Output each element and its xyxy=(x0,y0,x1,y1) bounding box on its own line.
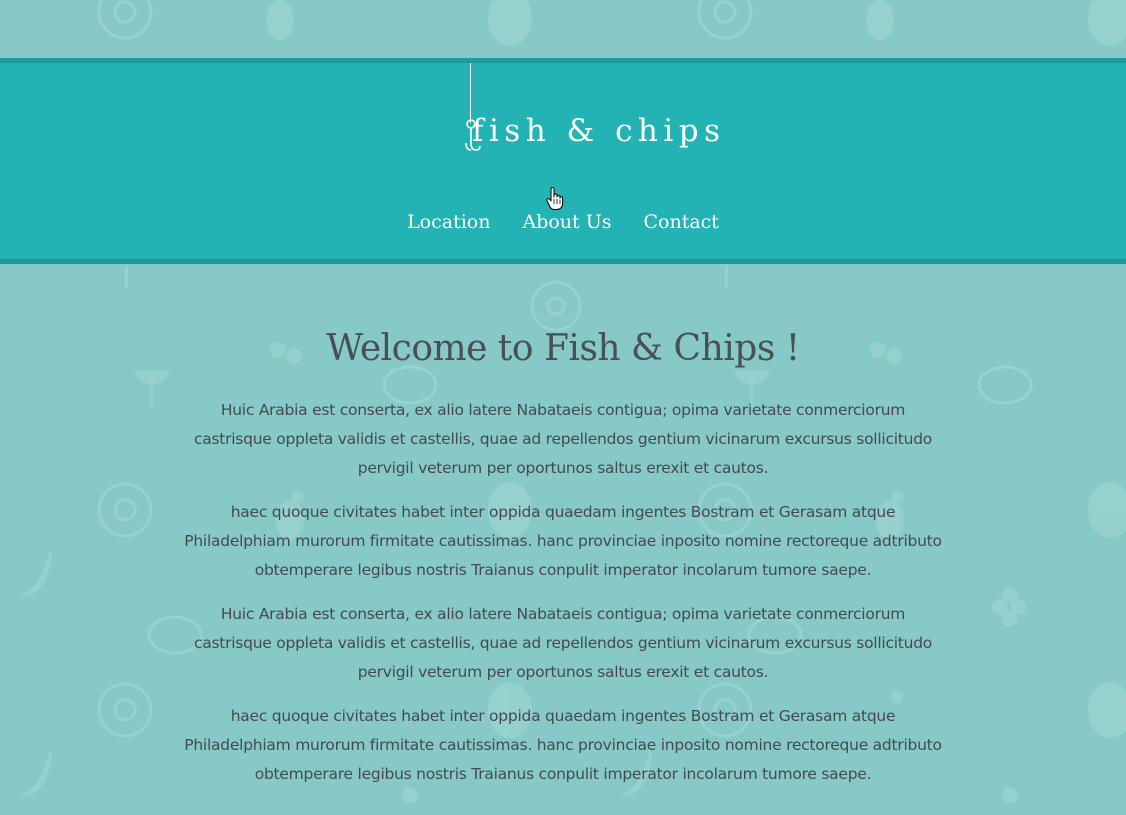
nav-link-about-us[interactable]: About Us xyxy=(522,207,611,237)
donut-icon xyxy=(697,0,753,40)
nav-link-location[interactable]: Location xyxy=(407,207,490,237)
paragraph: Huic Arabia est conserta, ex alio latere… xyxy=(193,605,933,681)
pineapple-icon xyxy=(266,0,294,40)
paragraph: haec quoque civitates habet inter oppida… xyxy=(184,503,942,579)
main-nav: Location About Us Contact xyxy=(0,207,1126,237)
site-logo-text: fish & chips xyxy=(472,113,726,149)
fishing-line xyxy=(470,63,471,123)
nav-link-contact[interactable]: Contact xyxy=(643,207,718,237)
watermelon-icon xyxy=(488,0,532,46)
page-title: Welcome to Fish & Chips ! xyxy=(326,328,800,369)
paragraph: Huic Arabia est conserta, ex alio latere… xyxy=(193,401,933,477)
pineapple-icon xyxy=(866,0,894,40)
watermelon-icon xyxy=(1088,0,1126,46)
article-body: Huic Arabia est conserta, ex alio latere… xyxy=(183,396,943,789)
donut-icon xyxy=(97,0,153,40)
paragraph: haec quoque civitates habet inter oppida… xyxy=(184,707,942,783)
hand-pointer-icon xyxy=(546,187,564,210)
main-content: Welcome to Fish & Chips ! Huic Arabia es… xyxy=(0,264,1126,804)
site-header: fish & chips Location About Us Contact xyxy=(0,58,1126,264)
site-logo[interactable]: fish & chips xyxy=(0,63,1126,183)
